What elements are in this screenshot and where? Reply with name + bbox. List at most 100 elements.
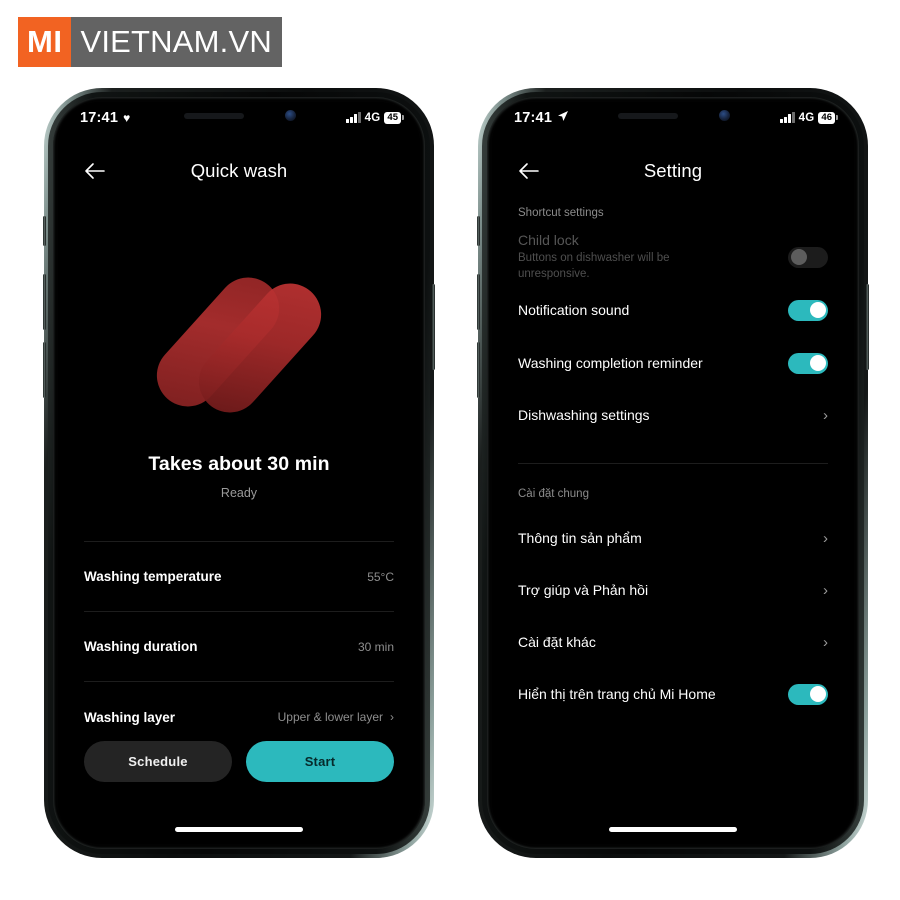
volume-up-button[interactable] [477, 274, 480, 330]
heart-icon: ♥ [123, 111, 131, 125]
notification-sound-toggle[interactable] [788, 299, 828, 321]
settings-row-other-settings[interactable]: Cài đặt khác › [518, 616, 828, 668]
row-value: Upper & lower layer › [278, 710, 394, 724]
chevron-right-icon: › [823, 633, 828, 651]
row-label: Dishwashing settings [518, 407, 650, 423]
network-type-label: 4G [798, 111, 815, 124]
battery-badge: 46 [818, 111, 838, 125]
row-label: Washing temperature [84, 569, 222, 584]
row-text-group: Thông tin sản phẩm [518, 530, 642, 546]
row-label: Thông tin sản phẩm [518, 530, 642, 546]
status-time: 17:41 [80, 110, 119, 126]
phone-left: 17:41 ♥ 4G 45 Quick wash Takes about 30 … [43, 88, 435, 858]
row-subtitle: Buttons on dishwasher will be unresponsi… [518, 251, 670, 280]
row-value-text: 55°C [367, 569, 394, 584]
toggle-knob [791, 249, 807, 265]
page-title: Quick wash [190, 160, 288, 181]
row-value: 30 min [358, 640, 394, 654]
toggle-knob [809, 302, 826, 318]
schedule-button[interactable]: Schedule [84, 741, 232, 782]
status-bar-right-group: 4G 45 [346, 111, 404, 125]
action-button-bar: Schedule Start [84, 741, 394, 782]
page-title: Setting [643, 160, 703, 181]
status-bar-left-group: 17:41 [514, 109, 569, 127]
row-label: Washing completion reminder [518, 355, 703, 371]
settings-row-help-feedback[interactable]: Trợ giúp và Phản hồi › [518, 564, 828, 616]
chevron-right-icon: › [823, 406, 828, 424]
row-label: Washing layer [84, 709, 176, 725]
watermark-brand: MI [18, 17, 72, 67]
row-text-group: Dishwashing settings [518, 407, 650, 423]
table-row[interactable]: Washing temperature 55°C [84, 542, 394, 612]
status-bar-left: 17:41 ♥ 4G 45 [58, 102, 420, 132]
signal-bars-icon [780, 112, 795, 124]
chevron-right-icon: › [823, 529, 828, 547]
section-header-general-settings: Cài đặt chung [518, 488, 589, 500]
power-button[interactable] [432, 284, 435, 370]
status-bar-right: 17:41 4G 46 [492, 102, 854, 132]
row-label: Cài đặt khác [518, 634, 596, 650]
row-text-group: Notification sound [518, 302, 629, 318]
home-indicator[interactable] [609, 827, 737, 832]
show-on-mi-home-toggle[interactable] [788, 683, 828, 705]
settings-list: Shortcut settings Child lock Buttons on … [492, 198, 854, 844]
section-header-shortcut-settings: Shortcut settings [518, 207, 604, 219]
watermark-domain: VIETNAM.VN [71, 17, 282, 67]
power-button[interactable] [866, 284, 869, 370]
network-type-label: 4G [364, 111, 381, 124]
settings-row-product-info[interactable]: Thông tin sản phẩm › [518, 512, 828, 564]
row-text-group: Cài đặt khác [518, 634, 596, 650]
phone-right-screen: 17:41 4G 46 Setting Shortcut settings Ch… [492, 102, 854, 844]
lightning-bolt-logo [144, 264, 334, 426]
mute-switch[interactable] [477, 216, 480, 246]
location-arrow-icon [557, 109, 569, 127]
machine-status-text: Ready [220, 486, 258, 500]
row-text-group: Hiển thị trên trang chủ Mi Home [518, 686, 716, 702]
child-lock-toggle[interactable] [788, 246, 828, 268]
row-label: Child lock [518, 231, 579, 248]
start-button[interactable]: Start [246, 741, 394, 782]
battery-badge: 45 [384, 111, 404, 125]
wash-settings-list: Washing temperature 55°C Washing duratio… [84, 542, 394, 752]
settings-row-washing-completion-reminder[interactable]: Washing completion reminder [518, 337, 828, 389]
settings-row-dishwashing-settings[interactable]: Dishwashing settings › [518, 389, 828, 441]
app-header-left: Quick wash [58, 148, 420, 194]
row-label: Trợ giúp và Phản hồi [518, 582, 649, 598]
chevron-right-icon: › [823, 581, 828, 599]
settings-row-notification-sound[interactable]: Notification sound [518, 283, 828, 337]
phone-left-screen: 17:41 ♥ 4G 45 Quick wash Takes about 30 … [58, 102, 420, 844]
mute-switch[interactable] [43, 216, 46, 246]
row-label: Hiển thị trên trang chủ Mi Home [518, 686, 716, 702]
phone-right: 17:41 4G 46 Setting Shortcut settings Ch… [477, 88, 869, 858]
chevron-right-icon: › [390, 710, 394, 724]
status-time: 17:41 [514, 110, 553, 126]
row-value: 55°C [367, 570, 394, 584]
signal-bars-icon [346, 112, 361, 124]
row-label: Washing duration [84, 639, 198, 654]
cycle-duration-text: Takes about 30 min [148, 453, 330, 475]
table-row[interactable]: Washing duration 30 min [84, 612, 394, 682]
row-text-group: Washing completion reminder [518, 355, 703, 371]
screenshot-root: MI VIETNAM.VN 17:41 ♥ 4G 45 Quick wash T… [0, 0, 900, 900]
quick-wash-body: Takes about 30 min Ready Washing tempera… [58, 198, 420, 844]
site-watermark-logo: MI VIETNAM.VN [18, 17, 282, 67]
row-value-text: Upper & lower layer [277, 710, 383, 724]
status-bar-left-group: 17:41 ♥ [80, 110, 130, 126]
settings-row-child-lock[interactable]: Child lock Buttons on dishwasher will be… [518, 231, 828, 283]
volume-up-button[interactable] [43, 274, 46, 330]
toggle-knob [809, 686, 826, 702]
settings-row-show-on-mi-home[interactable]: Hiển thị trên trang chủ Mi Home [518, 668, 828, 720]
back-arrow-icon[interactable] [80, 156, 110, 186]
row-value-text: 30 min [357, 639, 394, 654]
home-indicator[interactable] [175, 827, 303, 832]
row-label: Notification sound [518, 302, 630, 318]
toggle-knob [809, 355, 826, 371]
app-header-right: Setting [492, 148, 854, 194]
row-text-group: Child lock Buttons on dishwasher will be… [518, 232, 703, 282]
row-text-group: Trợ giúp và Phản hồi [518, 582, 648, 598]
volume-down-button[interactable] [477, 342, 480, 398]
washing-completion-reminder-toggle[interactable] [788, 352, 828, 374]
back-arrow-icon[interactable] [514, 156, 544, 186]
volume-down-button[interactable] [43, 342, 46, 398]
status-bar-right-group: 4G 46 [780, 111, 838, 125]
